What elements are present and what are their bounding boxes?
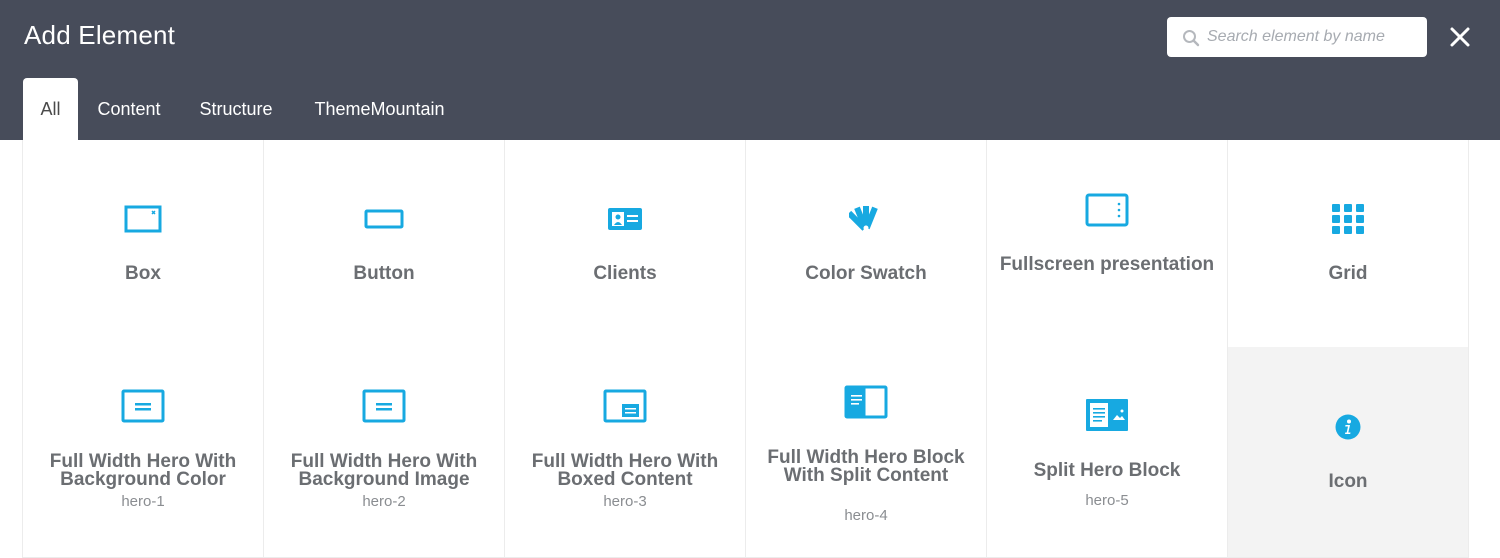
- box-icon: [124, 205, 162, 233]
- element-id: hero-1: [121, 493, 165, 510]
- fullscreen-presentation-icon: [1085, 193, 1129, 227]
- hero-background-image-icon: [362, 389, 406, 423]
- modal-header: Add Element All Content Structure ThemeM…: [0, 0, 1500, 140]
- search-box[interactable]: [1167, 17, 1427, 57]
- element-id: hero-3: [603, 493, 647, 510]
- element-card-hero-2[interactable]: Full Width Hero With Background Image he…: [263, 347, 505, 558]
- hero-boxed-content-icon: [603, 389, 647, 423]
- grid-icon: [1332, 204, 1364, 234]
- split-hero-block-icon: [1086, 399, 1128, 431]
- search-icon: [1183, 30, 1200, 47]
- element-name: Button: [353, 263, 415, 284]
- search-input[interactable]: [1207, 17, 1417, 57]
- element-name: Full Width Hero With Background Image: [290, 451, 478, 490]
- element-name: Split Hero Block: [1033, 460, 1181, 481]
- element-card-hero-3[interactable]: Full Width Hero With Boxed Content hero-…: [504, 347, 746, 558]
- element-card-clients[interactable]: Clients: [504, 140, 746, 348]
- element-name: Full Width Hero With Background Color: [49, 451, 237, 490]
- element-grid: Box Button Clients Color Swatch Fullscre…: [22, 140, 1469, 558]
- hero-split-content-icon: [844, 385, 888, 419]
- element-name: Color Swatch: [805, 263, 927, 284]
- element-name: Full Width Hero With Boxed Content: [531, 451, 719, 490]
- info-icon: [1335, 414, 1361, 440]
- element-card-fullscreen-presentation[interactable]: Fullscreen presentation: [986, 140, 1228, 348]
- tab-content[interactable]: Content: [80, 78, 178, 140]
- tab-all[interactable]: All: [23, 78, 78, 140]
- element-card-grid[interactable]: Grid: [1227, 140, 1469, 348]
- element-card-hero-1[interactable]: Full Width Hero With Background Color he…: [22, 347, 264, 558]
- hero-background-color-icon: [121, 389, 165, 423]
- element-name: Clients: [593, 263, 657, 284]
- element-card-button[interactable]: Button: [263, 140, 505, 348]
- close-button[interactable]: [1447, 24, 1473, 50]
- element-name: Full Width Hero Block With Split Content: [767, 447, 965, 486]
- element-name: Fullscreen presentation: [999, 254, 1215, 275]
- element-card-icon[interactable]: Icon: [1227, 347, 1469, 558]
- clients-icon: [608, 208, 642, 230]
- element-id: hero-2: [362, 493, 406, 510]
- button-icon: [364, 209, 404, 229]
- color-swatch-icon: [849, 206, 878, 231]
- element-card-box[interactable]: Box: [22, 140, 264, 348]
- element-id: hero-4: [844, 507, 888, 524]
- element-name: Icon: [1328, 471, 1368, 492]
- element-card-hero-4[interactable]: Full Width Hero Block With Split Content…: [745, 347, 987, 558]
- tab-thememountain[interactable]: ThemeMountain: [298, 78, 461, 140]
- tab-structure[interactable]: Structure: [184, 78, 288, 140]
- modal-title: Add Element: [24, 20, 176, 50]
- close-icon: [1450, 27, 1470, 47]
- element-card-hero-5[interactable]: Split Hero Block hero-5: [986, 347, 1228, 558]
- tab-bar: All Content Structure ThemeMountain: [0, 78, 1500, 140]
- element-card-color-swatch[interactable]: Color Swatch: [745, 140, 987, 348]
- element-name: Box: [125, 263, 161, 284]
- element-id: hero-5: [1085, 492, 1129, 509]
- element-name: Grid: [1328, 263, 1368, 284]
